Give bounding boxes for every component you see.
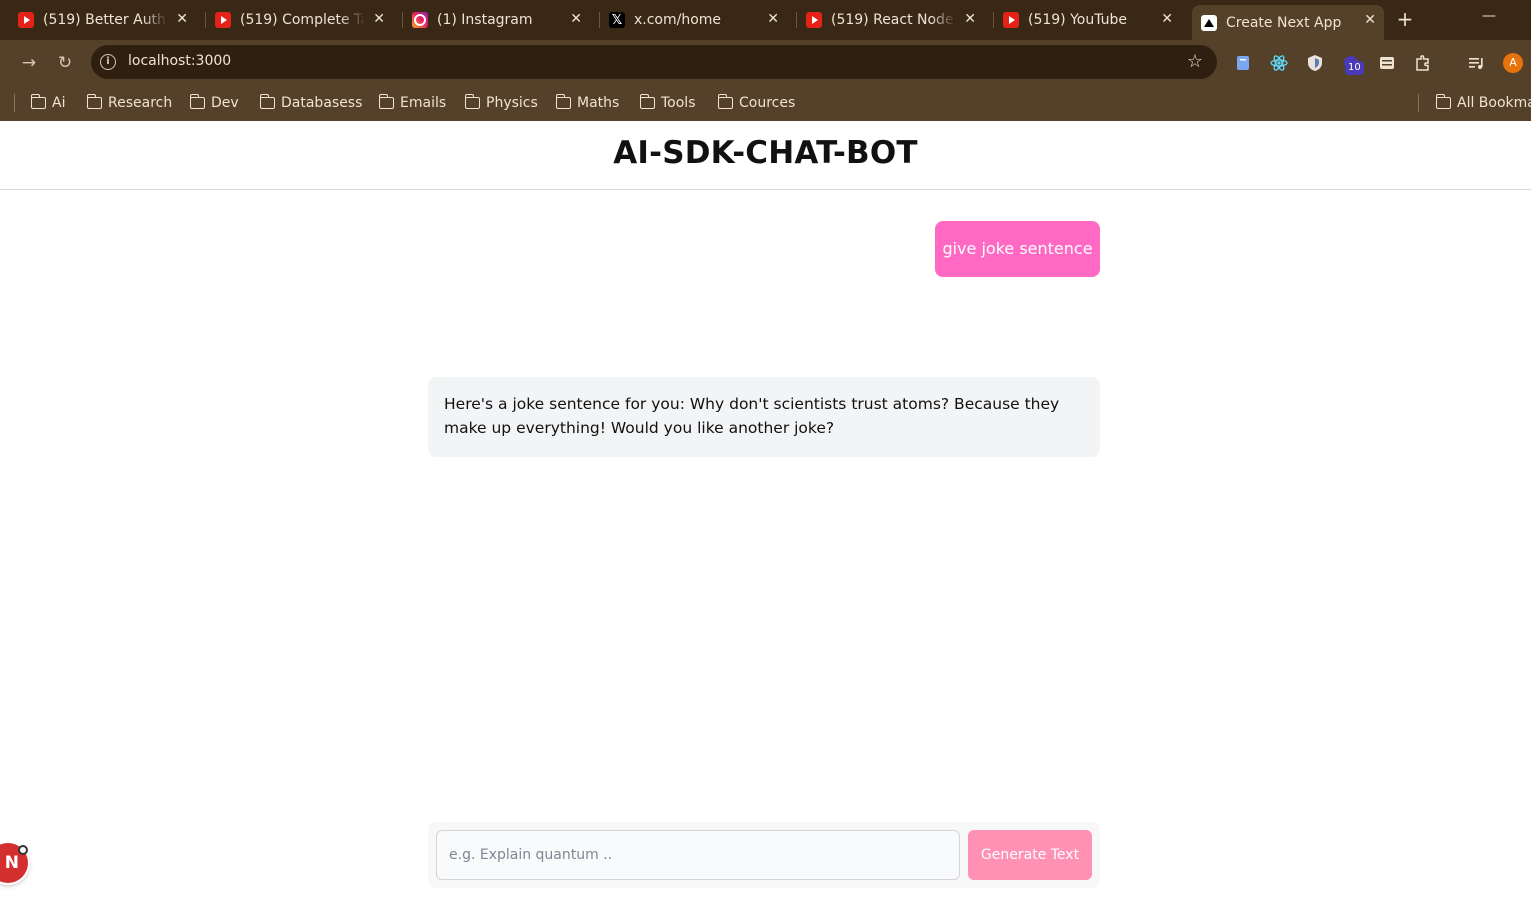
assistant-message-bubble: Here's a joke sentence for you: Why don'… <box>428 377 1100 457</box>
app-page: AI-SDK-CHAT-BOT give joke sentence Here'… <box>0 121 1531 904</box>
bookmark-folder-cources[interactable]: Cources <box>717 91 796 115</box>
browser-tab-strip: (519) Better Auth i ✕ (519) Complete Ta … <box>0 0 1531 40</box>
reload-icon[interactable]: ↻ <box>53 51 77 75</box>
tab-divider <box>402 12 403 28</box>
bookmark-label: Maths <box>577 95 620 111</box>
tab-divider <box>993 12 994 28</box>
bookmark-folder-databasess[interactable]: Databasess <box>259 91 363 115</box>
generate-text-button[interactable]: Generate Text <box>968 830 1092 880</box>
folder-icon <box>639 94 655 109</box>
chat-composer: Generate Text <box>428 822 1100 888</box>
prompt-input[interactable] <box>436 830 960 880</box>
all-bookmarks-folder[interactable]: All Bookmarks <box>1436 91 1531 115</box>
bookmark-label: All Bookmarks <box>1457 95 1531 111</box>
close-tab-icon[interactable]: ✕ <box>570 11 582 27</box>
folder-icon <box>464 94 480 109</box>
folder-icon <box>259 94 275 109</box>
youtube-icon <box>806 12 822 28</box>
minimize-window-icon[interactable]: — <box>1482 8 1496 24</box>
bookmark-folder-research[interactable]: Research <box>86 91 173 115</box>
tab-divider <box>796 12 797 28</box>
user-message-bubble: give joke sentence <box>935 221 1100 277</box>
tab-title: x.com/home <box>634 12 722 28</box>
tab-complete[interactable]: (519) Complete Ta ✕ <box>215 5 393 35</box>
page-title: AI-SDK-CHAT-BOT <box>613 135 918 171</box>
bookmark-label: Tools <box>661 95 696 111</box>
close-tab-icon[interactable]: ✕ <box>1364 12 1376 28</box>
close-tab-icon[interactable]: ✕ <box>964 11 976 27</box>
tab-title: (519) React Node.j <box>831 12 956 28</box>
bookmark-label: Ai <box>52 95 66 111</box>
bookmark-folder-maths[interactable]: Maths <box>555 91 620 115</box>
bookmarks-divider <box>1418 94 1419 112</box>
folder-icon <box>86 94 102 109</box>
bookmark-folder-emails[interactable]: Emails <box>378 91 447 115</box>
bookmark-folder-dev[interactable]: Dev <box>189 91 239 115</box>
bookmark-label: Databasess <box>281 95 363 111</box>
bookmarks-divider <box>14 94 15 112</box>
extensions-puzzle-icon[interactable] <box>1414 54 1432 72</box>
site-info-icon[interactable]: i <box>100 54 116 70</box>
tab-title: (1) Instagram <box>437 12 533 28</box>
address-bar[interactable]: i localhost:3000 ☆ <box>91 45 1217 79</box>
tab-title: Create Next App <box>1226 14 1342 31</box>
folder-icon <box>717 94 733 109</box>
tab-youtube[interactable]: (519) YouTube ✕ <box>1003 5 1181 35</box>
youtube-icon <box>215 12 231 28</box>
tab-title: (519) Better Auth i <box>43 12 168 28</box>
tab-x-home[interactable]: 𝕏 x.com/home ✕ <box>609 5 787 35</box>
new-tab-button[interactable]: + <box>1394 7 1416 31</box>
youtube-icon <box>1003 12 1019 28</box>
dev-indicator-status-dot <box>18 845 28 855</box>
close-tab-icon[interactable]: ✕ <box>373 11 385 27</box>
bookmark-folder-physics[interactable]: Physics <box>464 91 538 115</box>
tab-divider <box>205 12 206 28</box>
bookmark-folder-ai[interactable]: Ai <box>30 91 66 115</box>
app-header: AI-SDK-CHAT-BOT <box>0 121 1531 190</box>
bookmark-star-icon[interactable]: ☆ <box>1187 51 1203 72</box>
profile-avatar[interactable]: A <box>1503 53 1523 73</box>
close-tab-icon[interactable]: ✕ <box>176 11 188 27</box>
close-tab-icon[interactable]: ✕ <box>767 11 779 27</box>
tab-instagram[interactable]: (1) Instagram ✕ <box>412 5 590 35</box>
instagram-icon <box>412 12 428 28</box>
close-tab-icon[interactable]: ✕ <box>1161 11 1173 27</box>
tab-title: (519) YouTube <box>1028 12 1128 28</box>
tab-react-node[interactable]: (519) React Node.j ✕ <box>806 5 984 35</box>
folder-icon <box>378 94 394 109</box>
extension-list-icon[interactable] <box>1378 54 1396 72</box>
media-control-icon[interactable] <box>1468 54 1486 72</box>
react-devtools-icon[interactable] <box>1270 54 1288 72</box>
bookmark-label: Physics <box>486 95 538 111</box>
tab-divider <box>599 12 600 28</box>
folder-icon <box>189 94 205 109</box>
bookmark-label: Research <box>108 95 173 111</box>
extension-badge: 10 <box>1345 61 1364 75</box>
extension-docs-icon[interactable] <box>1234 54 1252 72</box>
nextjs-icon <box>1201 14 1217 31</box>
tab-title: (519) Complete Ta <box>240 12 365 28</box>
folder-icon <box>30 94 46 109</box>
bookmarks-bar: Ai Research Dev Databasess Emails Physic… <box>0 85 1531 121</box>
bookmark-label: Dev <box>211 95 239 111</box>
folder-icon <box>1436 94 1451 109</box>
tab-create-next-app[interactable]: Create Next App ✕ <box>1192 5 1384 40</box>
youtube-icon <box>18 12 34 28</box>
browser-toolbar: → ↻ i localhost:3000 ☆ <box>0 40 1531 85</box>
forward-icon[interactable]: → <box>17 51 41 75</box>
shield-extension-icon[interactable] <box>1306 54 1324 72</box>
tab-better-auth[interactable]: (519) Better Auth i ✕ <box>18 5 196 35</box>
bookmark-label: Cources <box>739 95 796 111</box>
x-icon: 𝕏 <box>609 12 625 28</box>
url-text[interactable]: localhost:3000 <box>128 53 231 69</box>
folder-icon <box>555 94 571 109</box>
bookmark-folder-tools[interactable]: Tools <box>639 91 696 115</box>
bookmark-label: Emails <box>400 95 447 111</box>
